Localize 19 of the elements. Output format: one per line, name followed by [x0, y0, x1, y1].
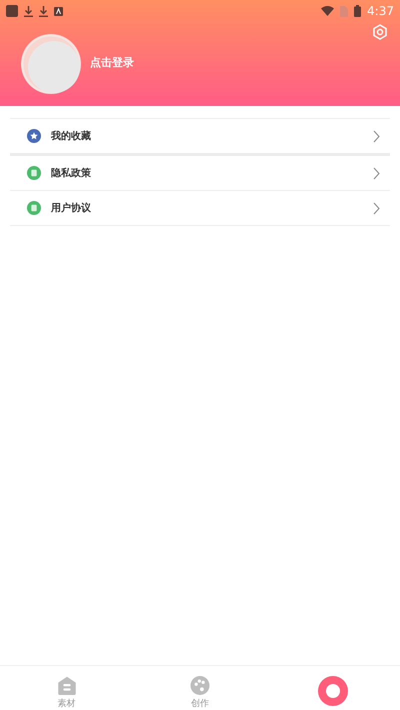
app-notification-icon: [6, 5, 18, 17]
status-time: 4:37: [367, 4, 394, 18]
chevron-icon: [373, 202, 380, 214]
chevron-icon: [373, 166, 380, 180]
user-icon: [318, 676, 348, 706]
menu-label: 隐私政策: [51, 166, 91, 180]
download-icon: [24, 6, 33, 16]
menu-label: 我的收藏: [51, 130, 91, 143]
keyboard-icon: [54, 6, 63, 16]
menu-label: 用户协议: [51, 201, 91, 215]
avatar[interactable]: [20, 33, 82, 95]
download-icon: [39, 6, 48, 16]
settings-icon[interactable]: [372, 24, 388, 40]
sim-icon: [340, 6, 348, 16]
chevron-icon: [373, 130, 380, 142]
menu-item[interactable]: 用户协议: [10, 191, 390, 226]
battery-icon: [354, 5, 362, 17]
menu-item[interactable]: 隐私政策: [10, 156, 390, 191]
wifi-icon: [321, 6, 334, 16]
